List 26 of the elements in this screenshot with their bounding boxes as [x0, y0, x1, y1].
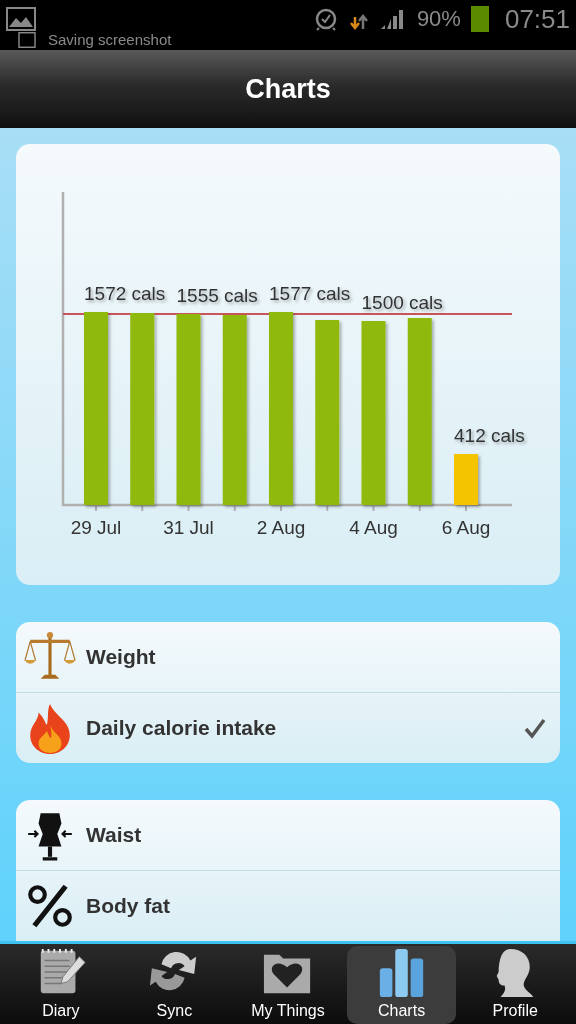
tab[interactable]: Sync	[119, 946, 230, 1024]
list-item[interactable]: Weight	[16, 622, 560, 692]
notification-text: Saving screenshot	[48, 31, 172, 48]
value-label: 412 cals	[454, 425, 525, 446]
list-item[interactable]: Daily calorie intake	[16, 692, 560, 763]
value-label: 1572 cals	[84, 283, 166, 304]
battery-icon	[470, 6, 489, 32]
axis-label: 4 Aug	[349, 517, 398, 538]
axis-label: 6 Aug	[441, 517, 491, 538]
tab[interactable]: Charts	[346, 946, 457, 1024]
tab[interactable]: My Things	[233, 946, 343, 1024]
value-label: 1500 cals	[361, 292, 443, 313]
axis-label: 2 Aug	[256, 517, 306, 538]
axis-label: 31 Jul	[163, 517, 214, 538]
value-label: 1577 cals	[269, 283, 351, 304]
axis-label: 29 Jul	[70, 517, 122, 538]
list-item[interactable]: Waist	[16, 800, 560, 870]
image-icon	[6, 7, 36, 31]
value-label: 1555 cals	[176, 285, 258, 306]
tab[interactable]: Profile	[460, 946, 570, 1024]
battery-percentage: 90%	[416, 6, 461, 32]
checkbox-icon	[18, 31, 36, 48]
clock-time: 07:51	[504, 3, 570, 35]
screen-title: Charts	[245, 73, 331, 105]
checkmark-icon	[524, 717, 546, 739]
tab[interactable]: Diary	[6, 946, 116, 1024]
